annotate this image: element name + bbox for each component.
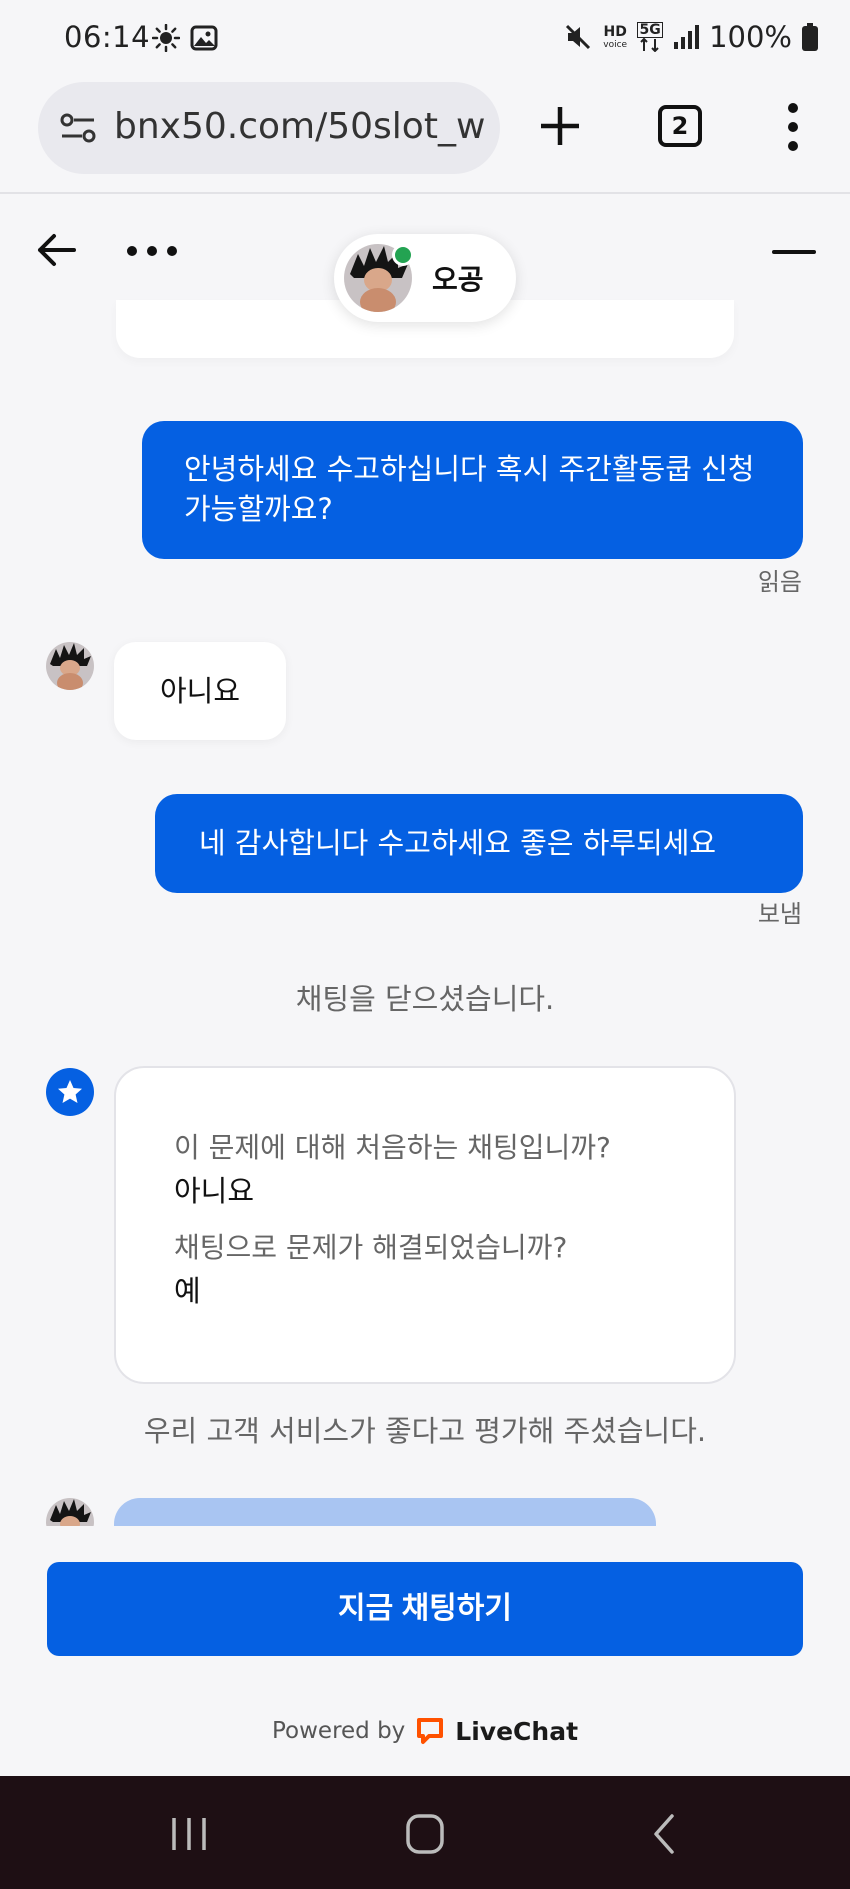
brightness-icon (152, 24, 180, 52)
star-icon (46, 1068, 94, 1116)
agent-message: 아니요 (114, 642, 286, 740)
back-arrow-icon[interactable] (34, 228, 78, 272)
tab-switcher-button[interactable]: 2 (658, 105, 702, 147)
status-time: 06:14 (64, 20, 151, 54)
survey-question: 이 문제에 대해 처음하는 채팅입니까? (174, 1131, 611, 1164)
partial-message-bubble (114, 1498, 656, 1528)
more-vert-icon[interactable] (778, 102, 808, 152)
agent-avatar (46, 642, 94, 690)
livechat-brand: LiveChat (455, 1716, 579, 1746)
back-icon[interactable] (640, 1810, 690, 1858)
address-bar[interactable]: bnx50.com/50slot_wa (38, 82, 500, 174)
gallery-icon (190, 25, 218, 51)
battery-percent: 100% (709, 20, 792, 54)
new-tab-icon[interactable] (538, 104, 582, 148)
agent-header-pill: 오공 (334, 234, 516, 322)
agent-name: 오공 (432, 263, 484, 296)
url-text: bnx50.com/50slot_wa (114, 106, 484, 147)
survey-card: 이 문제에 대해 처음하는 채팅입니까? 아니요 채팅으로 문제가 해결되었습니… (114, 1066, 736, 1384)
online-status-dot (392, 244, 414, 266)
survey-answer: 예 (174, 1274, 201, 1308)
survey-answer: 아니요 (174, 1174, 255, 1208)
start-chat-button[interactable]: 지금 채팅하기 (47, 1562, 803, 1656)
hd-voice-icon: HD voice (603, 23, 628, 50)
survey-question: 채팅으로 문제가 해결되었습니까? (174, 1231, 568, 1264)
livechat-logo-icon (417, 1718, 444, 1744)
system-navigation-bar (0, 1776, 850, 1889)
message-status: 읽음 (757, 568, 802, 596)
powered-by-label: Powered by (271, 1718, 406, 1744)
status-bar: 06:14 HD voice 5G 100% (0, 0, 850, 76)
site-settings-icon[interactable] (58, 108, 98, 148)
signal-icon (674, 25, 700, 49)
system-message: 채팅을 닫으셨습니다. (295, 982, 555, 1016)
battery-icon (802, 23, 818, 51)
more-horiz-icon[interactable] (124, 236, 180, 266)
message-status: 보냄 (757, 900, 802, 928)
visitor-message: 안녕하세요 수고하십니다 혹시 주간활동쿱 신청가능할까요? (142, 421, 803, 559)
browser-toolbar: bnx50.com/50slot_wa 2 (0, 76, 850, 194)
powered-by-livechat[interactable]: Powered by LiveChat (0, 1716, 850, 1746)
home-icon[interactable] (400, 1810, 450, 1858)
recent-apps-icon[interactable] (164, 1810, 214, 1858)
network-5g-icon: 5G (637, 22, 664, 52)
minimize-icon[interactable] (772, 248, 816, 256)
mute-icon (566, 24, 591, 50)
visitor-message: 네 감사합니다 수고하세요 좋은 하루되세요 (155, 794, 803, 893)
system-message: 우리 고객 서비스가 좋다고 평가해 주셨습니다. (143, 1414, 707, 1448)
